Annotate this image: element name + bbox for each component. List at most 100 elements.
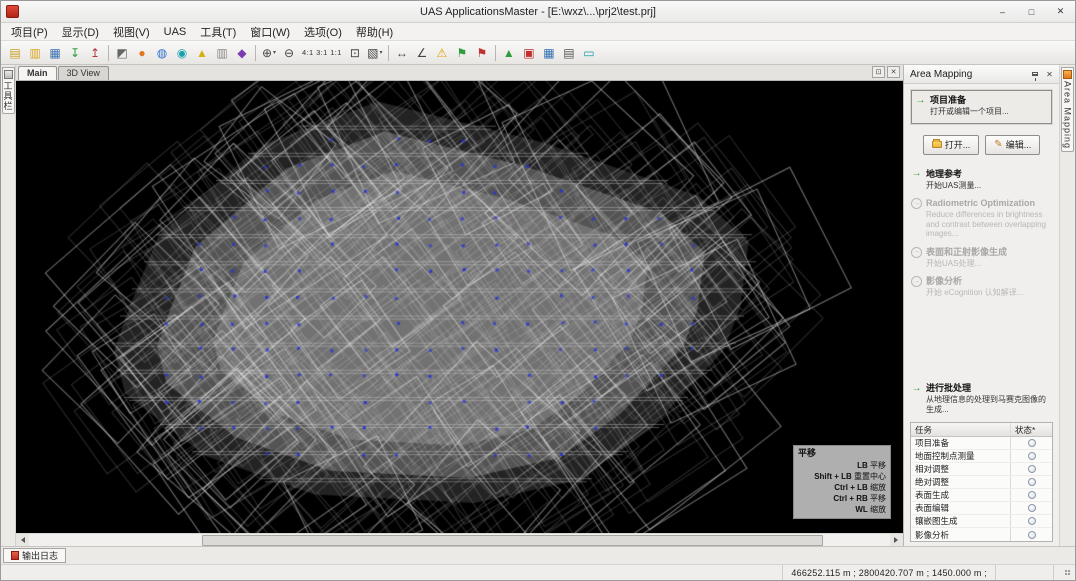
workflow-step-2[interactable]: →地理参考开始UAS测量... [911, 169, 1052, 191]
import-images-icon[interactable]: ↧ [65, 43, 85, 63]
folder-icon [932, 141, 942, 148]
view-tab-main[interactable]: Main [18, 66, 57, 80]
workflow-step-6[interactable]: →进行批处理从地理信息的处理到马赛克图像的生成... [911, 383, 1052, 414]
area-mapping-tab-label: Area Mapping [1063, 81, 1073, 149]
panel-close-icon[interactable]: ✕ [1043, 68, 1056, 81]
menu-item-display[interactable]: 显示(D) [55, 23, 106, 41]
view-images-icon[interactable]: ◍ [152, 43, 172, 63]
panel-header-buttons: ✕ [1028, 68, 1056, 81]
close-button[interactable]: ✕ [1046, 1, 1075, 22]
workflow-step-1[interactable]: →项目准备打开或编辑一个项目... [911, 90, 1052, 124]
warning-list-icon[interactable]: ⚠ [432, 43, 452, 63]
mosaic-tool-icon[interactable]: ▦ [539, 43, 559, 63]
open-button[interactable]: 打开... [923, 135, 980, 155]
open-project-icon[interactable]: ▥ [25, 43, 45, 63]
export-report-icon[interactable]: ↥ [85, 43, 105, 63]
zoom-out-icon[interactable]: ⊖ [279, 43, 299, 63]
view-3d-icon[interactable]: ◆ [232, 43, 252, 63]
status-message-area [1, 565, 782, 580]
menu-item-project[interactable]: 项目(P) [4, 23, 55, 41]
view-tab-3d-view[interactable]: 3D View [58, 66, 109, 80]
pan-tool-icon[interactable]: ↔ [392, 43, 412, 63]
status-cell [1010, 489, 1052, 501]
save-project-icon[interactable]: ▦ [45, 43, 65, 63]
status-circle-icon [1028, 531, 1036, 539]
flag-green-icon[interactable]: ⚑ [452, 43, 472, 63]
task-name: 绝对调整 [911, 476, 1010, 488]
workflow-step-4[interactable]: →表面和正射影像生成开始UAS处理... [911, 247, 1052, 269]
close-view-button[interactable]: ✕ [887, 66, 900, 78]
workflow-step-3[interactable]: →Radiometric OptimizationReduce differen… [911, 198, 1052, 239]
task-row[interactable]: 绝对调整 [911, 476, 1052, 489]
new-project-icon[interactable]: ▤ [5, 43, 25, 63]
step-arrow-icon: → [911, 276, 922, 287]
step-arrow-icon: → [911, 247, 922, 258]
status-circle-icon [1028, 504, 1036, 512]
view-gcp-icon[interactable]: ▲ [192, 43, 212, 63]
zoom-ratios[interactable]: 4:1 3:1 1:1 [299, 48, 345, 57]
scrollbar-thumb[interactable] [202, 535, 823, 546]
zoom-region-icon[interactable]: ▧▾ [365, 43, 385, 63]
task-table-header: 任务状态* [911, 423, 1052, 437]
output-log-label: 输出日志 [22, 549, 58, 562]
task-row[interactable]: 相对调整 [911, 463, 1052, 476]
task-row[interactable]: 表面生成 [911, 489, 1052, 502]
menu-item-uas[interactable]: UAS [157, 25, 194, 39]
print-icon[interactable]: ▤ [559, 43, 579, 63]
viewport-canvas[interactable] [16, 81, 903, 533]
measure-tool-icon[interactable]: ∠ [412, 43, 432, 63]
menu-item-help[interactable]: 帮助(H) [349, 23, 400, 41]
output-log-tab[interactable]: 输出日志 [3, 548, 66, 563]
viewport[interactable]: 平移 LB 平移Shift + LB 重置中心Ctrl + LB 缩放Ctrl … [16, 81, 903, 533]
menu-item-window[interactable]: 窗口(W) [243, 23, 297, 41]
menu-item-tools[interactable]: 工具(T) [193, 23, 243, 41]
monitor-icon[interactable]: ▭ [579, 43, 599, 63]
scroll-left-icon [18, 537, 25, 543]
right-dock-strip: Area Mapping [1059, 65, 1075, 546]
status-cell [1010, 515, 1052, 527]
step-desc: 从地理信息的处理到马赛克图像的生成... [926, 395, 1052, 414]
status-circle-icon [1028, 491, 1036, 499]
pin-icon[interactable] [1028, 68, 1041, 81]
panel-title: Area Mapping [910, 69, 972, 80]
area-mapping-icon [1063, 70, 1072, 79]
minimize-button[interactable]: – [988, 1, 1017, 22]
select-tool-icon[interactable]: ◩ [112, 43, 132, 63]
menu-item-view[interactable]: 视图(V) [106, 23, 157, 41]
ortho-tool-icon[interactable]: ▣ [519, 43, 539, 63]
step-title: 地理参考 [926, 169, 981, 179]
workflow-step-5[interactable]: →影像分析开始 eCognition 认知解译... [911, 276, 1052, 298]
task-row[interactable]: 影像分析 [911, 528, 1052, 541]
toolbox-tab[interactable]: 工具栏 [2, 67, 15, 114]
status-circle-icon [1028, 452, 1036, 460]
toolbox-tab-label: 工具栏 [2, 81, 15, 111]
task-row[interactable]: 项目准备 [911, 437, 1052, 450]
status-column-header: 状态* [1010, 423, 1052, 436]
scroll-left-button[interactable] [16, 534, 29, 546]
toolbar: ▤▥▦↧↥◩●◍◉▲▥◆⊕▾⊖4:1 3:1 1:1⊡▧▾↔∠⚠⚑⚑▲▣▦▤▭ [1, 41, 1075, 65]
view-footprints-icon[interactable]: ▥ [212, 43, 232, 63]
horizontal-scrollbar[interactable] [16, 533, 903, 546]
task-name: 相对调整 [911, 463, 1010, 475]
task-row[interactable]: 镶嵌图生成 [911, 515, 1052, 528]
zoom-fit-icon[interactable]: ⊡ [345, 43, 365, 63]
edit-button[interactable]: 编辑... [985, 135, 1040, 155]
legend-title: 平移 [798, 448, 886, 459]
scroll-right-icon [894, 537, 901, 543]
scroll-right-button[interactable] [890, 534, 903, 546]
flag-red-icon[interactable]: ⚑ [472, 43, 492, 63]
area-mapping-tab[interactable]: Area Mapping [1061, 67, 1074, 152]
project-buttons: 打开...编辑... [910, 135, 1053, 155]
view-points-icon[interactable]: ● [132, 43, 152, 63]
step-arrow-icon: → [915, 95, 926, 106]
left-dock-strip: 工具栏 [1, 65, 16, 546]
maximize-button[interactable]: □ [1017, 1, 1046, 22]
task-row[interactable]: 地面控制点测量 [911, 450, 1052, 463]
task-row[interactable]: 表面编辑 [911, 502, 1052, 515]
view-tie-points-icon[interactable]: ◉ [172, 43, 192, 63]
dtm-tool-icon[interactable]: ▲ [499, 43, 519, 63]
toolbar-separator [108, 45, 109, 61]
menu-item-options[interactable]: 选项(O) [297, 23, 349, 41]
zoom-in-icon[interactable]: ⊕▾ [259, 43, 279, 63]
float-view-button[interactable]: ⊡ [872, 66, 885, 78]
